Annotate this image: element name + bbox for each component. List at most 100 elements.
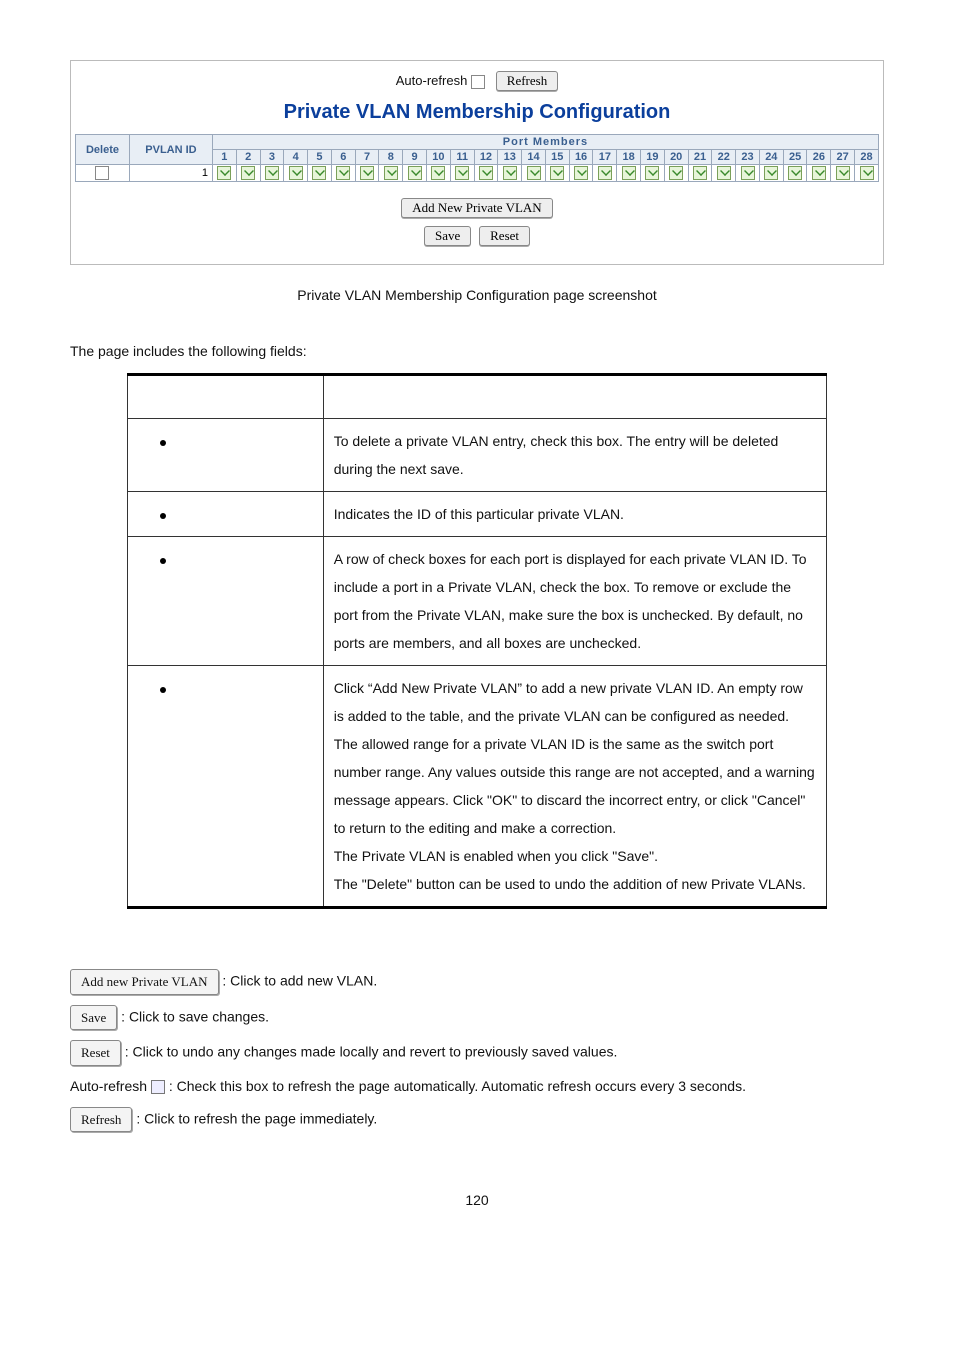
port-checkbox-3[interactable]	[265, 166, 279, 180]
port-checkbox-17[interactable]	[598, 166, 612, 180]
save-desc: : Click to save changes.	[121, 1008, 269, 1024]
reset-button[interactable]: Reset	[479, 226, 530, 246]
refresh-desc: : Click to refresh the page immediately.	[136, 1110, 377, 1126]
port-checkbox-26[interactable]	[812, 166, 826, 180]
port-header-21: 21	[688, 150, 712, 165]
port-cell-2	[236, 165, 260, 182]
port-checkbox-14[interactable]	[527, 166, 541, 180]
delete-checkbox-cell	[76, 165, 130, 182]
port-header-5: 5	[308, 150, 332, 165]
port-header-25: 25	[783, 150, 807, 165]
port-checkbox-25[interactable]	[788, 166, 802, 180]
port-header-28: 28	[855, 150, 879, 165]
auto-refresh-prefix: Auto-refresh	[70, 1078, 151, 1094]
port-checkbox-24[interactable]	[764, 166, 778, 180]
pvlan-id-cell: 1	[129, 165, 212, 182]
port-checkbox-2[interactable]	[241, 166, 255, 180]
port-checkbox-20[interactable]	[669, 166, 683, 180]
port-checkbox-7[interactable]	[360, 166, 374, 180]
port-header-15: 15	[545, 150, 569, 165]
port-checkbox-27[interactable]	[836, 166, 850, 180]
port-header-12: 12	[474, 150, 498, 165]
port-checkbox-18[interactable]	[622, 166, 636, 180]
port-checkbox-22[interactable]	[717, 166, 731, 180]
port-cell-18	[617, 165, 641, 182]
port-header-6: 6	[331, 150, 355, 165]
add-new-private-vlan-button[interactable]: Add new Private VLAN	[70, 969, 219, 995]
port-cell-19	[641, 165, 665, 182]
reset-button[interactable]: Reset	[70, 1040, 121, 1066]
port-cell-4	[284, 165, 308, 182]
port-header-24: 24	[759, 150, 783, 165]
port-checkbox-1[interactable]	[217, 166, 231, 180]
bullet-icon	[160, 513, 166, 519]
port-checkbox-19[interactable]	[645, 166, 659, 180]
col-delete: Delete	[76, 135, 130, 165]
port-header-1: 1	[212, 150, 236, 165]
port-checkbox-10[interactable]	[431, 166, 445, 180]
save-button[interactable]: Save	[424, 226, 471, 246]
save-button[interactable]: Save	[70, 1005, 117, 1031]
auto-refresh-desc: : Check this box to refresh the page aut…	[169, 1078, 746, 1094]
add-new-private-vlan-button[interactable]: Add New Private VLAN	[401, 198, 552, 218]
port-checkbox-8[interactable]	[384, 166, 398, 180]
port-checkbox-15[interactable]	[550, 166, 564, 180]
port-header-7: 7	[355, 150, 379, 165]
port-header-27: 27	[831, 150, 855, 165]
port-checkbox-23[interactable]	[741, 166, 755, 180]
port-header-17: 17	[593, 150, 617, 165]
port-cell-13	[498, 165, 522, 182]
auto-refresh-checkbox[interactable]	[471, 75, 485, 89]
bullet-icon	[160, 687, 166, 693]
port-checkbox-28[interactable]	[860, 166, 874, 180]
port-cell-23	[736, 165, 760, 182]
port-checkbox-9[interactable]	[408, 166, 422, 180]
port-cell-24	[759, 165, 783, 182]
port-checkbox-16[interactable]	[574, 166, 588, 180]
port-checkbox-4[interactable]	[289, 166, 303, 180]
port-cell-7	[355, 165, 379, 182]
port-checkbox-12[interactable]	[479, 166, 493, 180]
fields-object-cell	[127, 537, 323, 666]
port-cell-12	[474, 165, 498, 182]
screenshot-caption: Private VLAN Membership Configuration pa…	[70, 287, 884, 303]
port-cell-16	[569, 165, 593, 182]
panel-title: Private VLAN Membership Configuration	[75, 101, 879, 124]
panel-actions: Add New Private VLAN Save Reset	[75, 194, 879, 250]
fields-row: To delete a private VLAN entry, check th…	[127, 419, 826, 492]
fields-object-cell	[127, 492, 323, 537]
port-cell-1	[212, 165, 236, 182]
port-cell-21	[688, 165, 712, 182]
port-header-20: 20	[664, 150, 688, 165]
port-cell-26	[807, 165, 831, 182]
port-header-23: 23	[736, 150, 760, 165]
port-header-26: 26	[807, 150, 831, 165]
button-descriptions: Add new Private VLAN : Click to add new …	[70, 969, 884, 1132]
bullet-icon	[160, 440, 166, 446]
port-cell-11	[450, 165, 474, 182]
port-cell-3	[260, 165, 284, 182]
port-cell-6	[331, 165, 355, 182]
port-checkbox-21[interactable]	[693, 166, 707, 180]
port-cell-25	[783, 165, 807, 182]
port-cell-22	[712, 165, 736, 182]
port-checkbox-13[interactable]	[503, 166, 517, 180]
fields-desc-cell: Click “Add New Private VLAN” to add a ne…	[323, 666, 826, 908]
port-checkbox-5[interactable]	[312, 166, 326, 180]
delete-checkbox[interactable]	[95, 166, 109, 180]
auto-refresh-label: Auto-refresh	[396, 73, 468, 88]
port-cell-5	[308, 165, 332, 182]
port-header-11: 11	[450, 150, 474, 165]
port-checkbox-11[interactable]	[455, 166, 469, 180]
refresh-button[interactable]: Refresh	[496, 71, 558, 91]
auto-refresh-checkbox-icon	[151, 1080, 165, 1094]
fields-row: A row of check boxes for each port is di…	[127, 537, 826, 666]
port-members-table: Delete PVLAN ID Port Members 12345678910…	[75, 134, 879, 182]
col-pvlan-id: PVLAN ID	[129, 135, 212, 165]
port-header-2: 2	[236, 150, 260, 165]
reset-desc: : Click to undo any changes made locally…	[125, 1043, 618, 1059]
port-cell-28	[855, 165, 879, 182]
port-checkbox-6[interactable]	[336, 166, 350, 180]
refresh-button[interactable]: Refresh	[70, 1107, 132, 1133]
fields-desc-cell: A row of check boxes for each port is di…	[323, 537, 826, 666]
